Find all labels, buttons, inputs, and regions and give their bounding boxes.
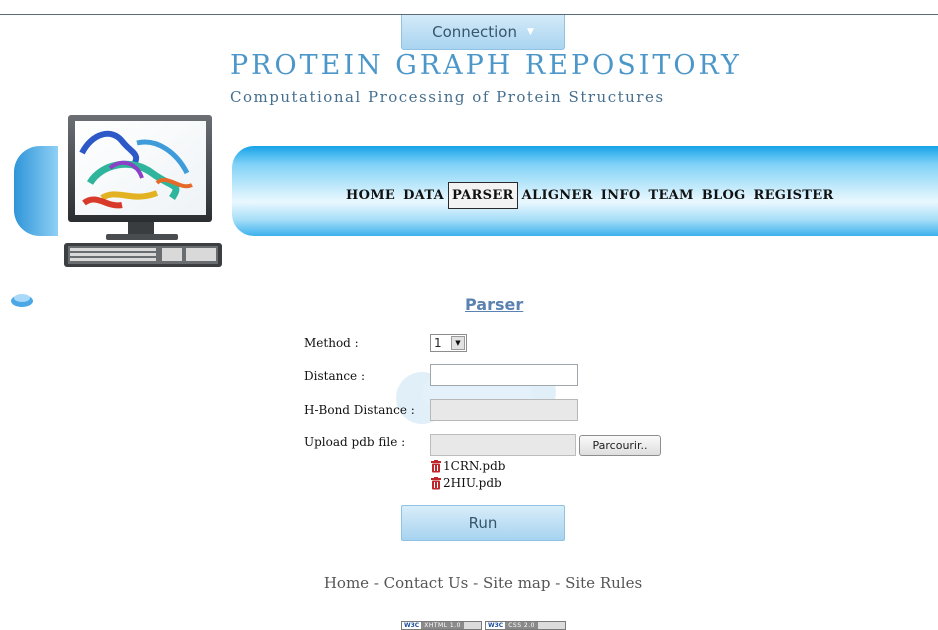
run-button[interactable]: Run: [401, 505, 565, 541]
uploaded-file-item: 1CRN.pdb: [431, 458, 505, 474]
file-name: 1CRN.pdb: [443, 459, 506, 473]
nav-item-register[interactable]: REGISTER: [750, 182, 838, 209]
chevron-down-icon: ▼: [451, 336, 465, 350]
footer-link-home[interactable]: Home: [324, 574, 369, 592]
upload-label: Upload pdb file :: [304, 435, 406, 449]
browse-button[interactable]: Parcourir..: [579, 435, 661, 456]
hbond-distance-input[interactable]: [430, 399, 578, 421]
method-label: Method :: [304, 336, 359, 350]
nav-item-aligner[interactable]: ALIGNER: [518, 182, 597, 209]
trash-icon[interactable]: [431, 476, 441, 490]
chevron-down-icon: ▼: [526, 27, 534, 37]
footer-links: Home - Contact Us - Site map - Site Rule…: [0, 574, 938, 592]
nav-bar-left-cap: [14, 146, 58, 236]
trash-icon[interactable]: [431, 459, 441, 473]
file-path-field[interactable]: [430, 434, 576, 456]
badge-text: XHTML 1.0: [421, 622, 464, 629]
footer-separator: -: [468, 574, 483, 592]
nav-item-parser[interactable]: PARSER: [448, 181, 518, 209]
badge-logo: W3C: [402, 622, 422, 629]
css-validator-badge[interactable]: W3C CSS 2.0: [485, 621, 566, 630]
method-value: 1: [434, 336, 442, 350]
method-select[interactable]: 1 ▼: [430, 334, 467, 352]
nav-item-blog[interactable]: BLOG: [698, 182, 750, 209]
footer-link-sitemap[interactable]: Site map: [483, 574, 551, 592]
connection-button[interactable]: Connection ▼: [401, 15, 565, 50]
xhtml-validator-badge[interactable]: W3C XHTML 1.0: [401, 621, 482, 630]
connection-label: Connection: [432, 23, 517, 41]
footer-link-site-rules[interactable]: Site Rules: [565, 574, 642, 592]
cloud-icon: [11, 294, 33, 307]
footer-separator: -: [369, 574, 384, 592]
hbond-distance-label: H-Bond Distance :: [304, 403, 415, 417]
footer-separator: -: [550, 574, 566, 592]
badge-logo: W3C: [486, 622, 506, 629]
uploaded-file-item: 2HIU.pdb: [431, 475, 502, 491]
distance-input[interactable]: [430, 364, 578, 386]
nav-item-home[interactable]: HOME: [342, 182, 399, 209]
nav-item-team[interactable]: TEAM: [644, 182, 697, 209]
page-title: Parser: [465, 295, 524, 314]
badge-text: CSS 2.0: [505, 622, 538, 629]
footer-link-contact[interactable]: Contact Us: [384, 574, 469, 592]
site-title: PROTEIN GRAPH REPOSITORY: [230, 50, 742, 81]
main-nav: HOME DATA PARSER ALIGNER INFO TEAM BLOG …: [342, 180, 838, 210]
file-name: 2HIU.pdb: [443, 476, 502, 490]
nav-item-data[interactable]: DATA: [399, 182, 448, 209]
site-subtitle: Computational Processing of Protein Stru…: [230, 88, 665, 106]
computer-monitor-logo: [64, 115, 222, 267]
distance-label: Distance :: [304, 369, 366, 383]
nav-item-info[interactable]: INFO: [597, 182, 645, 209]
